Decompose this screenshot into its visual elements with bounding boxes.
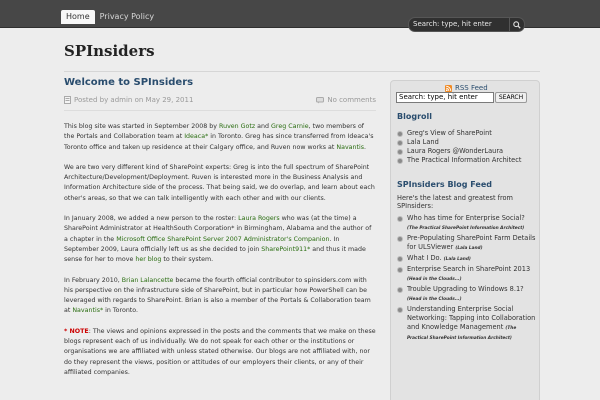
text: . xyxy=(364,143,367,151)
feed-heading: SPInsiders Blog Feed xyxy=(397,180,493,189)
feed-list: Who has time for Enterprise Social? (The… xyxy=(397,214,537,344)
header-search-input[interactable]: Search: type, hit enter xyxy=(413,20,492,28)
link-laura-rogers[interactable]: Laura Rogers xyxy=(238,215,280,222)
feed-item-title[interactable]: Enterprise Search in SharePoint 2013 xyxy=(407,265,530,273)
post: Welcome to SPInsiders Posted by admin on… xyxy=(64,76,376,388)
blogroll-list: Greg's View of SharePoint Lala Land Laur… xyxy=(397,129,537,165)
bullet-icon xyxy=(397,157,403,164)
feed-item-title[interactable]: Who has time for Enterprise Social? xyxy=(407,214,525,222)
note-label: * NOTE xyxy=(64,327,89,335)
post-comments-text[interactable]: No comments xyxy=(327,96,376,104)
feed-item-source: (Lala Land) xyxy=(455,246,483,251)
feed-item-source: (Head in the Clouds...) xyxy=(407,297,462,302)
feed-item[interactable]: What I Do. (Lala Land) xyxy=(397,254,537,264)
text: In January 2008, we added a new person t… xyxy=(64,215,239,223)
link-brian-lalancette[interactable]: Brian Lalancette xyxy=(122,277,174,284)
feed-intro: Here's the latest and greatest from SPIn… xyxy=(397,194,513,210)
link-ruven-gotz[interactable]: Ruven Gotz xyxy=(219,123,255,130)
link-navantis[interactable]: Navantis xyxy=(336,144,364,151)
document-icon xyxy=(64,96,71,104)
post-title[interactable]: Welcome to SPInsiders xyxy=(64,76,376,89)
link-ideaca[interactable]: Ideaca* xyxy=(184,133,208,140)
paragraph-intro: This blog site was started in September … xyxy=(64,122,376,153)
main-nav: Home Privacy Policy xyxy=(61,10,159,24)
feed-item-title[interactable]: What I Do. xyxy=(407,254,442,262)
text: This blog site was started in September … xyxy=(64,123,219,130)
blogroll-link[interactable]: The Practical Information Architect xyxy=(407,156,521,165)
bullet-icon xyxy=(397,306,403,313)
post-meta: Posted by admin on May 29, 2011 No comme… xyxy=(64,94,376,108)
blogroll-link[interactable]: Laura Rogers @WonderLaura xyxy=(407,147,503,156)
tab-privacy-policy[interactable]: Privacy Policy xyxy=(95,10,160,24)
link-admin-companion[interactable]: Microsoft Office SharePoint Server 2007 … xyxy=(116,236,329,243)
blogroll-link[interactable]: Lala Land xyxy=(407,138,439,147)
feed-item-source: (Head in the Clouds...) xyxy=(407,277,462,282)
paragraph-experts: We are two very different kind of ShareP… xyxy=(64,163,375,202)
sidebar-search-button[interactable]: SEARCH xyxy=(495,92,527,103)
blogroll-item[interactable]: Laura Rogers @WonderLaura xyxy=(397,147,537,156)
post-byline: Posted by admin on May 29, 2011 xyxy=(64,96,193,104)
meta-divider xyxy=(64,110,376,111)
feed-item[interactable]: Trouble Upgrading to Windows 8.1? (Head … xyxy=(397,285,537,304)
link-navantis-2[interactable]: Navantis* xyxy=(72,307,103,314)
bullet-icon xyxy=(397,235,403,242)
header-search-button[interactable] xyxy=(509,18,524,31)
search-icon xyxy=(513,20,521,29)
bullet-icon xyxy=(397,266,403,273)
blogroll-heading: Blogroll xyxy=(397,112,432,121)
text: In February 2010, xyxy=(64,276,122,284)
feed-item[interactable]: Enterprise Search in SharePoint 2013 (He… xyxy=(397,265,537,284)
header-search-box[interactable]: Search: type, hit enter xyxy=(408,17,525,32)
rss-label[interactable]: RSS Feed xyxy=(455,84,488,92)
feed-item-source: (The Practical SharePoint Information Ar… xyxy=(407,226,525,231)
header-divider xyxy=(64,71,540,72)
feed-item[interactable]: Who has time for Enterprise Social? (The… xyxy=(397,214,537,233)
link-greg-carnie[interactable]: Greg Carnie xyxy=(271,123,309,130)
text: in Toronto. xyxy=(103,307,139,315)
bullet-icon xyxy=(397,255,403,262)
blogroll-item[interactable]: The Practical Information Architect xyxy=(397,156,537,165)
text: and xyxy=(255,123,272,130)
bullet-icon xyxy=(397,130,403,137)
paragraph-note: * NOTE: The views and opinions expressed… xyxy=(64,327,376,378)
post-byline-text: Posted by admin on May 29, 2011 xyxy=(74,96,194,104)
feed-item-title[interactable]: Trouble Upgrading to Windows 8.1? xyxy=(407,285,524,293)
feed-item[interactable]: Understanding Enterprise Social Networki… xyxy=(397,305,537,343)
bullet-icon xyxy=(397,148,403,155)
blogroll-item[interactable]: Greg's View of SharePoint xyxy=(397,129,537,138)
blogroll-item[interactable]: Lala Land xyxy=(397,138,537,147)
bullet-icon xyxy=(397,215,403,222)
link-sharepoint911[interactable]: SharePoint911* xyxy=(261,246,310,253)
sidebar-search-input[interactable]: Search: type, hit enter xyxy=(396,92,494,103)
site-title[interactable]: SPInsiders xyxy=(64,42,155,60)
blogroll-link[interactable]: Greg's View of SharePoint xyxy=(407,129,492,138)
post-comments-link[interactable]: No comments xyxy=(316,96,376,104)
paragraph-laura: In January 2008, we added a new person t… xyxy=(64,214,376,265)
rss-feed-link[interactable]: RSS Feed xyxy=(445,84,488,92)
top-bar: Home Privacy Policy Search: type, hit en… xyxy=(0,0,600,32)
bullet-icon xyxy=(397,139,403,146)
link-her-blog[interactable]: her blog xyxy=(135,256,161,263)
text: to their system. xyxy=(161,256,214,264)
bullet-icon xyxy=(397,286,403,293)
rss-icon xyxy=(445,84,452,92)
comment-bubble-icon xyxy=(316,96,325,103)
tab-home[interactable]: Home xyxy=(61,10,95,24)
post-body: This blog site was started in September … xyxy=(64,122,376,378)
paragraph-brian: In February 2010, Brian Lalancette becam… xyxy=(64,276,376,317)
note-text: : The views and opinions expressed in th… xyxy=(64,327,376,376)
feed-item[interactable]: Pre-Populating SharePoint Farm Details f… xyxy=(397,234,537,253)
feed-item-source: (Lala Land) xyxy=(443,257,471,262)
sidebar: RSS Feed Search: type, hit enter SEARCH … xyxy=(390,80,540,400)
